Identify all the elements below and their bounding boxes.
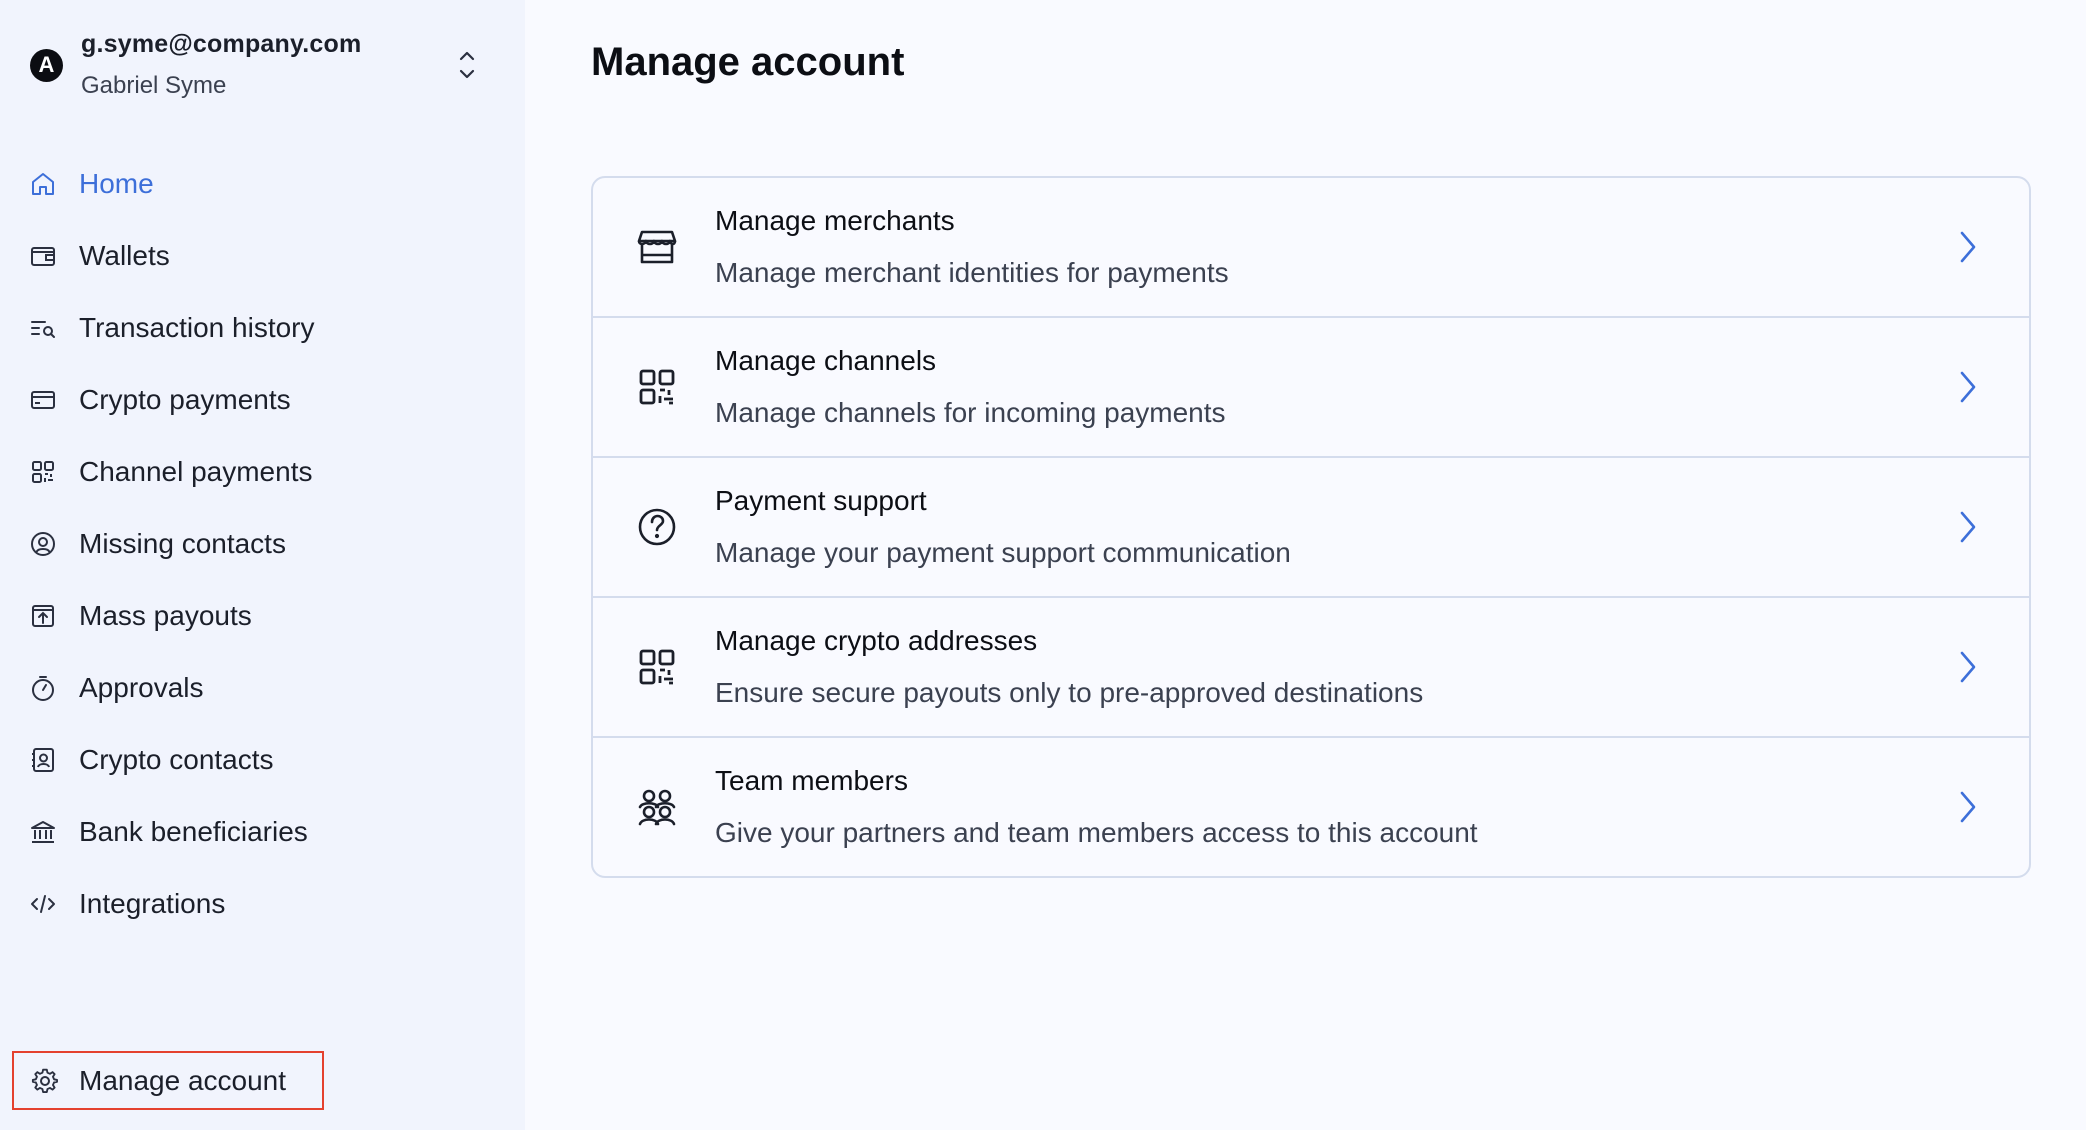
card-icon [28, 385, 58, 415]
sidebar-item-missing-contacts[interactable]: Missing contacts [28, 508, 498, 580]
question-circle-icon [635, 505, 679, 549]
row-text: Manage crypto addresses Ensure secure pa… [715, 625, 1423, 709]
sidebar-item-channel-payments[interactable]: Channel payments [28, 436, 498, 508]
row-manage-merchants[interactable]: Manage merchants Manage merchant identit… [593, 178, 2029, 318]
sidebar-item-label: Integrations [79, 888, 226, 919]
sidebar-item-label: Bank beneficiaries [79, 816, 308, 847]
row-team-members[interactable]: Team members Give your partners and team… [593, 738, 2029, 876]
avatar: A [30, 48, 63, 82]
sidebar-item-transaction-history[interactable]: Transaction history [28, 292, 498, 364]
sidebar-item-wallets[interactable]: Wallets [28, 220, 498, 292]
row-manage-channels[interactable]: Manage channels Manage channels for inco… [593, 318, 2029, 458]
sidebar-item-bank-beneficiaries[interactable]: Bank beneficiaries [28, 796, 498, 868]
chevron-right-icon [1960, 651, 1976, 683]
row-manage-crypto-addresses[interactable]: Manage crypto addresses Ensure secure pa… [593, 598, 2029, 738]
account-info: g.syme@company.com Gabriel Syme [81, 30, 361, 100]
sidebar-item-label: Crypto payments [79, 384, 291, 415]
sidebar-item-integrations[interactable]: Integrations [28, 868, 498, 940]
row-subtitle: Manage merchant identities for payments [715, 257, 1229, 288]
chevron-right-icon [1960, 371, 1976, 403]
sidebar-item-label: Mass payouts [79, 600, 252, 631]
manage-account-button[interactable]: Manage account [12, 1051, 324, 1110]
chevron-right-icon [1960, 511, 1976, 543]
sidebar: A g.syme@company.com Gabriel Syme Home W… [0, 0, 525, 1130]
page-title: Manage account [591, 40, 905, 84]
sidebar-item-label: Transaction history [79, 312, 315, 343]
stopwatch-icon [28, 673, 58, 703]
row-subtitle: Give your partners and team members acce… [715, 817, 1478, 848]
user-circle-icon [28, 529, 58, 559]
row-title: Manage channels [715, 345, 937, 376]
row-payment-support[interactable]: Payment support Manage your payment supp… [593, 458, 2029, 598]
code-icon [28, 889, 58, 919]
row-title: Payment support [715, 485, 927, 516]
row-text: Manage channels Manage channels for inco… [715, 345, 1226, 429]
sidebar-item-label: Channel payments [79, 456, 313, 487]
row-subtitle: Manage your payment support communicatio… [715, 537, 1291, 568]
chevron-up-down-icon[interactable] [456, 48, 478, 82]
row-text: Manage merchants Manage merchant identit… [715, 205, 1229, 289]
row-title: Manage crypto addresses [715, 625, 1038, 656]
account-switcher[interactable]: A g.syme@company.com Gabriel Syme [28, 24, 498, 106]
sidebar-nav: Home Wallets Transaction history Crypto … [28, 148, 498, 940]
home-icon [28, 169, 58, 199]
qr-code-icon [635, 645, 679, 689]
storefront-icon [635, 225, 679, 269]
row-subtitle: Manage channels for incoming payments [715, 397, 1226, 428]
chevron-right-icon [1960, 231, 1976, 263]
settings-card-list: Manage merchants Manage merchant identit… [591, 176, 2031, 878]
row-title: Team members [715, 765, 908, 796]
team-icon [635, 785, 679, 829]
row-subtitle: Ensure secure payouts only to pre-approv… [715, 677, 1424, 708]
row-text: Payment support Manage your payment supp… [715, 485, 1291, 569]
upload-box-icon [28, 601, 58, 631]
sidebar-item-label: Wallets [79, 240, 170, 271]
main-content: Manage account Manage merchants Manage m… [525, 0, 2086, 1130]
app-root: A g.syme@company.com Gabriel Syme Home W… [0, 0, 2086, 1130]
chevron-right-icon [1960, 791, 1976, 823]
sidebar-item-crypto-payments[interactable]: Crypto payments [28, 364, 498, 436]
sidebar-item-crypto-contacts[interactable]: Crypto contacts [28, 724, 498, 796]
sidebar-item-home[interactable]: Home [28, 148, 498, 220]
sidebar-item-label: Home [79, 168, 154, 199]
wallet-icon [28, 241, 58, 271]
gear-icon [30, 1066, 60, 1096]
sidebar-item-label: Missing contacts [79, 528, 286, 559]
qr-code-icon [28, 457, 58, 487]
row-text: Team members Give your partners and team… [715, 765, 1478, 849]
account-email: g.syme@company.com [81, 30, 362, 58]
sidebar-item-approvals[interactable]: Approvals [28, 652, 498, 724]
account-name: Gabriel Syme [81, 72, 227, 99]
sidebar-item-mass-payouts[interactable]: Mass payouts [28, 580, 498, 652]
row-title: Manage merchants [715, 205, 955, 236]
qr-code-icon [635, 365, 679, 409]
contact-book-icon [28, 745, 58, 775]
sidebar-item-label: Crypto contacts [79, 744, 274, 775]
transaction-search-icon [28, 313, 58, 343]
sidebar-item-label: Approvals [79, 672, 204, 703]
manage-account-label: Manage account [79, 1064, 287, 1096]
bank-icon [28, 817, 58, 847]
